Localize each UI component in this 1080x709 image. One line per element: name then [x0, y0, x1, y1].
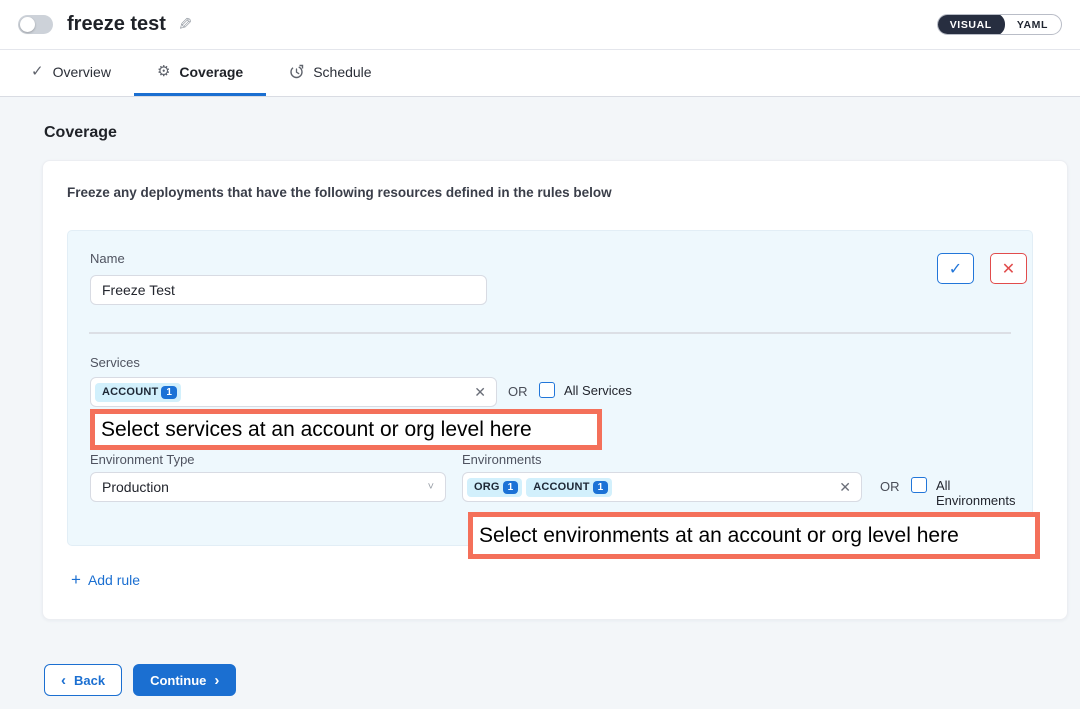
back-button[interactable]: ‹ Back [44, 664, 122, 696]
cancel-rule-button[interactable]: ✕ [990, 253, 1027, 284]
add-rule-label: Add rule [88, 572, 140, 588]
all-services-checkbox[interactable] [539, 382, 555, 398]
environments-or-label: OR [880, 479, 900, 494]
confirm-rule-button[interactable]: ✓ [937, 253, 974, 284]
continue-button[interactable]: Continue › [133, 664, 236, 696]
chevron-left-icon: ‹ [61, 672, 66, 689]
tab-overview[interactable]: ✓ Overview [8, 50, 134, 96]
coverage-page: Coverage Freeze any deployments that hav… [0, 97, 1080, 709]
clear-services-icon[interactable]: ✕ [474, 385, 486, 399]
yaml-toggle-button[interactable]: YAML [1004, 14, 1061, 35]
footer-actions: ‹ Back Continue › [44, 664, 236, 696]
check-icon: ✓ [31, 64, 44, 79]
rule-name-input[interactable] [90, 275, 487, 305]
back-label: Back [74, 673, 105, 688]
name-label: Name [90, 251, 125, 266]
rule-divider [89, 332, 1011, 334]
environments-org-tag[interactable]: ORG 1 [467, 478, 522, 497]
tab-bar: ✓ Overview ⚙ Coverage Schedule [0, 50, 1080, 97]
environments-label: Environments [462, 452, 541, 467]
visual-toggle-button[interactable]: VISUAL [937, 14, 1005, 35]
freeze-enable-toggle[interactable] [18, 15, 53, 34]
environments-account-tag[interactable]: ACCOUNT 1 [526, 478, 612, 497]
add-rule-button[interactable]: + Add rule [71, 571, 140, 588]
count-badge: 1 [593, 481, 609, 494]
continue-label: Continue [150, 673, 206, 688]
clock-refresh-icon [289, 64, 304, 79]
count-badge: 1 [503, 481, 519, 494]
rule-card: Name ✓ ✕ Services ACCOUNT 1 ✕ OR All [67, 230, 1033, 546]
annotation-environments: Select environments at an account or org… [468, 512, 1040, 559]
coverage-card: Freeze any deployments that have the fol… [42, 160, 1068, 620]
visual-yaml-switch: VISUAL YAML [937, 14, 1062, 35]
all-environments-label: All Environments [936, 478, 1032, 508]
freeze-title: freeze test [67, 13, 166, 36]
clear-environments-icon[interactable]: ✕ [839, 480, 851, 494]
plus-icon: + [71, 571, 81, 588]
freeze-window: freeze test ✎ VISUAL YAML ✓ Overview ⚙ C… [0, 0, 1080, 709]
annotation-services: Select services at an account or org lev… [90, 409, 602, 450]
environments-input[interactable]: ORG 1 ACCOUNT 1 ✕ [462, 472, 862, 502]
services-or-label: OR [508, 384, 528, 399]
all-environments-checkbox[interactable] [911, 477, 927, 493]
count-badge: 1 [161, 386, 177, 399]
environment-type-value: Production [102, 479, 428, 495]
tab-schedule[interactable]: Schedule [266, 50, 394, 96]
tab-overview-label: Overview [53, 64, 111, 80]
toggle-knob [20, 17, 35, 32]
page-title: Coverage [44, 124, 117, 142]
environment-type-label: Environment Type [90, 452, 195, 467]
all-services-label: All Services [564, 383, 632, 398]
services-input[interactable]: ACCOUNT 1 ✕ [90, 377, 497, 407]
tab-schedule-label: Schedule [313, 64, 371, 80]
freeze-instruction-text: Freeze any deployments that have the fol… [67, 185, 612, 200]
services-label: Services [90, 355, 140, 370]
tab-coverage[interactable]: ⚙ Coverage [134, 50, 266, 96]
gear-icon: ⚙ [157, 64, 170, 79]
chevron-right-icon: › [214, 672, 219, 689]
header-bar: freeze test ✎ VISUAL YAML [0, 0, 1080, 50]
environment-type-select[interactable]: Production ˅ [90, 472, 446, 502]
tab-coverage-label: Coverage [179, 64, 243, 80]
edit-title-icon[interactable]: ✎ [178, 15, 192, 35]
chevron-down-icon: ˅ [428, 481, 434, 493]
services-account-tag[interactable]: ACCOUNT 1 [95, 383, 181, 402]
